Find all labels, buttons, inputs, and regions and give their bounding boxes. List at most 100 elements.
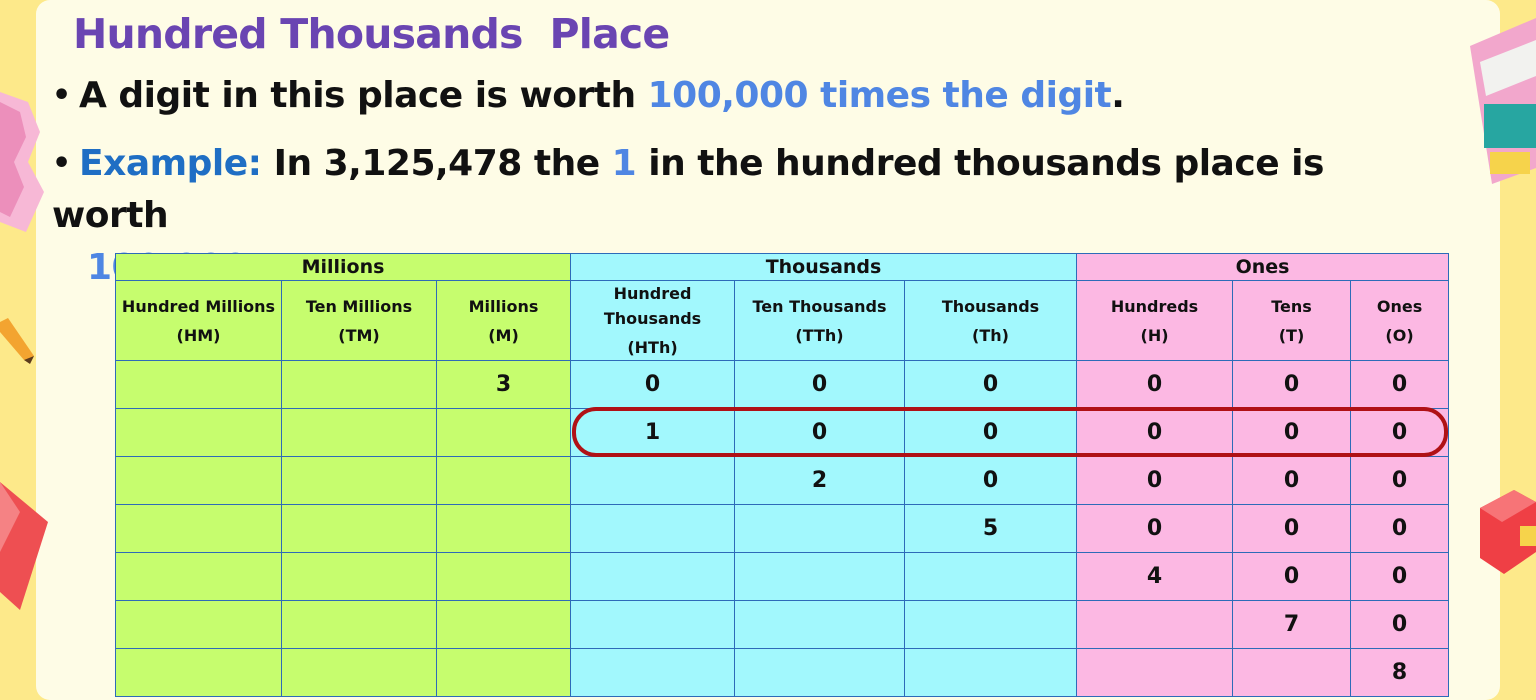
digit-cell: 0 <box>1076 456 1234 505</box>
bullet-dot: • <box>52 146 71 181</box>
place-value-chart: Millions Thousands Ones Hundred Millions… <box>115 253 1450 697</box>
digit-cell: 0 <box>903 408 1078 457</box>
digit-cell: 0 <box>734 360 905 409</box>
column-abbreviation: (T) <box>1278 325 1305 345</box>
digit-cell <box>281 648 437 697</box>
table-row: 20000 <box>115 456 1450 505</box>
example-text: In 3,125,478 the <box>261 143 612 184</box>
digit-cell: 0 <box>1232 456 1352 505</box>
column-name: Thousands <box>941 296 1040 316</box>
column-abbreviation: (H) <box>1140 325 1169 345</box>
digit-cell <box>570 648 735 697</box>
digit-cell <box>436 456 571 505</box>
column-name: Tens <box>1271 296 1312 316</box>
digit-cell <box>115 456 282 505</box>
digit-cell: 0 <box>1350 600 1450 649</box>
table-row: 3000000 <box>115 360 1450 409</box>
digit-cell <box>734 504 905 553</box>
column-name: Hundreds <box>1110 296 1199 316</box>
digit-cell: 1 <box>570 408 735 457</box>
digit-cell: 0 <box>1350 504 1450 553</box>
rule-period: . <box>1111 75 1125 116</box>
digit-cell <box>281 504 437 553</box>
group-header-thousands: Thousands <box>569 253 1078 281</box>
column-name: Hundred Millions <box>121 296 276 316</box>
bullet-dot: • <box>52 78 71 113</box>
column-abbreviation: (M) <box>488 325 519 345</box>
digit-cell <box>436 408 571 457</box>
page-title: Hundred Thousands Place <box>73 10 670 58</box>
example-digit: 1 <box>611 143 637 184</box>
digit-cell: 0 <box>1232 408 1352 457</box>
group-header-millions: Millions <box>115 253 571 281</box>
digit-cell: 0 <box>1350 360 1450 409</box>
calculator-icon <box>1470 18 1536 184</box>
digit-cell: 0 <box>903 456 1078 505</box>
digit-cell <box>1076 648 1234 697</box>
digit-cell <box>903 648 1078 697</box>
digit-cell <box>115 648 282 697</box>
digit-cell: 0 <box>1350 408 1450 457</box>
digit-cell <box>281 600 437 649</box>
digit-cell: 0 <box>1076 504 1234 553</box>
column-header: Ten Millions (TM) <box>281 280 437 361</box>
digit-cell <box>734 600 905 649</box>
digit-cell <box>436 648 571 697</box>
digit-cell: 8 <box>1350 648 1450 697</box>
table-row: 8 <box>115 648 1450 697</box>
cube-icon <box>1480 490 1536 574</box>
digit-cell: 3 <box>436 360 571 409</box>
digit-cell: 0 <box>734 408 905 457</box>
digit-cell <box>281 552 437 601</box>
digit-cell: 0 <box>1076 408 1234 457</box>
digit-cell: 0 <box>570 360 735 409</box>
blocks-icon <box>0 92 44 232</box>
digit-cell: 5 <box>903 504 1078 553</box>
digit-cell <box>436 600 571 649</box>
digit-cell <box>436 504 571 553</box>
digit-cell <box>436 552 571 601</box>
digit-cell: 2 <box>734 456 905 505</box>
digit-cell <box>570 552 735 601</box>
column-abbreviation: (TM) <box>338 325 380 345</box>
digit-cell <box>1076 600 1234 649</box>
digit-cell <box>734 648 905 697</box>
table-row-highlighted: 100000 <box>115 408 1450 457</box>
digit-cell <box>281 456 437 505</box>
column-header: Millions (M) <box>436 280 571 361</box>
digit-cell: 0 <box>1232 360 1352 409</box>
group-header-ones: Ones <box>1076 253 1450 281</box>
column-header: Thousands (Th) <box>903 280 1078 361</box>
rule-highlight: 100,000 times the digit <box>647 75 1112 116</box>
digit-cell <box>115 600 282 649</box>
digit-cell <box>734 552 905 601</box>
table-row: 5000 <box>115 504 1450 553</box>
digit-cell: 0 <box>1350 456 1450 505</box>
digit-cell <box>1232 648 1352 697</box>
digit-cell: 0 <box>1232 504 1352 553</box>
column-header: Ten Thousands (TTh) <box>734 280 905 361</box>
table-row: 70 <box>115 600 1450 649</box>
column-name: Millions <box>468 296 539 316</box>
column-name: Ones <box>1376 296 1423 316</box>
example-label: Example: <box>79 143 262 184</box>
digit-cell <box>281 360 437 409</box>
digit-cell <box>570 600 735 649</box>
column-name: Hundred Thousands <box>603 284 702 328</box>
bullet-place-value-rule: • A digit in this place is worth 100,000 … <box>52 70 1125 122</box>
column-header: Ones (O) <box>1350 280 1450 361</box>
column-header: Hundreds (H) <box>1076 280 1234 361</box>
column-header: Hundred Thousands (HTh) <box>570 280 735 361</box>
digit-cell <box>281 408 437 457</box>
digit-cell <box>115 360 282 409</box>
column-name: Ten Thousands <box>752 296 887 316</box>
column-name: Ten Millions <box>305 296 413 316</box>
digit-cell <box>115 408 282 457</box>
digit-cell: 0 <box>903 360 1078 409</box>
rule-text: A digit in this place is worth <box>79 75 648 116</box>
column-abbreviation: (O) <box>1385 325 1414 345</box>
digit-cell <box>115 504 282 553</box>
digit-cell <box>903 552 1078 601</box>
column-header: Tens (T) <box>1232 280 1352 361</box>
digit-cell <box>570 456 735 505</box>
